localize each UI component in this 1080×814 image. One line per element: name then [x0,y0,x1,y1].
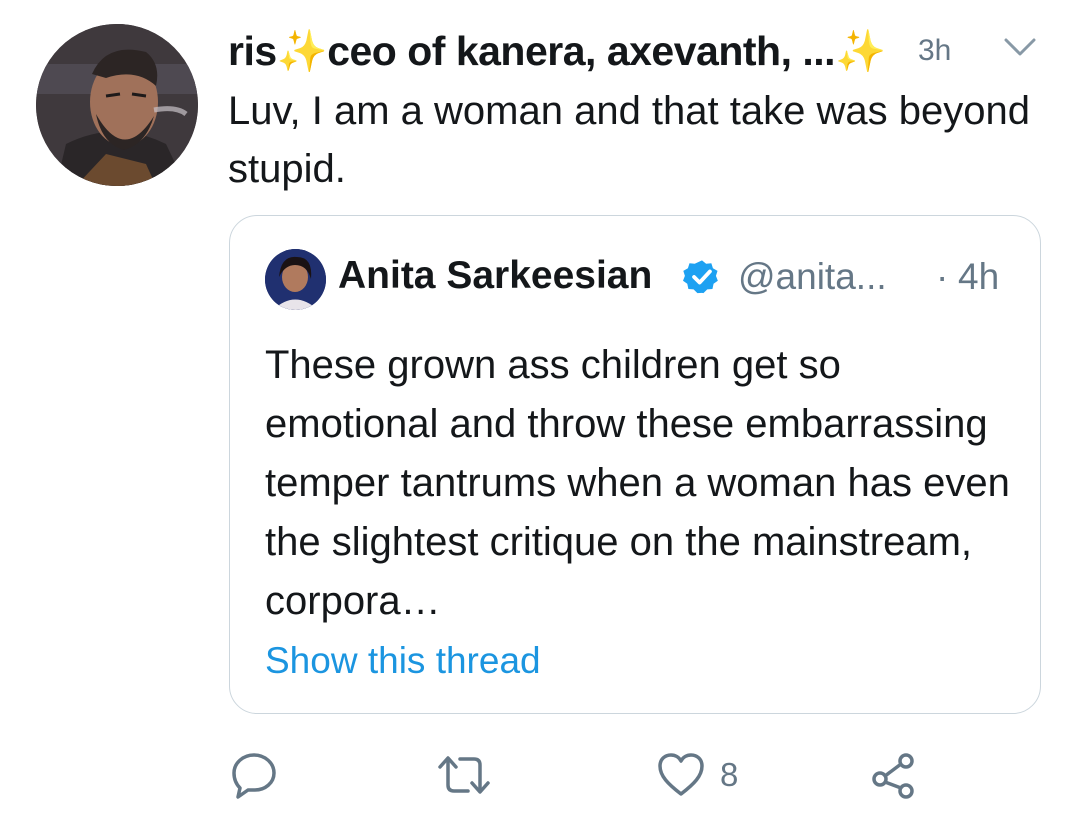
tweet[interactable]: ris✨ceo of kanera, axevanth, ...✨ 3h Luv… [0,0,1080,814]
chevron-down-icon[interactable] [1000,32,1040,60]
share-icon [872,753,914,799]
author-avatar[interactable] [36,24,198,186]
quoted-tweet-header: Anita Sarkeesian @anita... · 4h [338,252,1028,306]
tweet-text: Luv, I am a woman and that take was beyo… [228,89,1030,191]
reply-button[interactable] [228,740,280,810]
quoted-author-handle[interactable]: @anita... [738,256,887,298]
like-button[interactable]: 8 [656,740,738,810]
like-count: 8 [720,756,739,793]
retweet-icon [438,756,490,794]
tweet-time[interactable]: 3h [918,34,951,68]
author-name[interactable]: ris✨ceo of kanera, axevanth, ...✨ [228,28,886,76]
tweet-header: ris✨ceo of kanera, axevanth, ...✨ 3h [228,24,1068,80]
quoted-author-name[interactable]: Anita Sarkeesian [338,254,652,298]
tweet-actions: 8 [228,740,1068,810]
separator-dot: · [936,256,949,297]
reply-icon [232,753,276,799]
author-avatar-image [36,24,198,186]
share-button[interactable] [868,740,920,810]
quoted-tweet[interactable]: Anita Sarkeesian @anita... · 4h These gr… [229,215,1041,714]
quoted-tweet-text: These grown ass children get so emotiona… [265,343,1010,623]
quoted-tweet-time[interactable]: 4h [958,256,999,298]
retweet-button[interactable] [434,740,494,810]
quoted-author-avatar-image [265,249,326,310]
show-thread-link[interactable]: Show this thread [265,640,541,682]
verified-badge-icon [683,260,718,294]
heart-icon [658,753,704,796]
quoted-author-avatar[interactable] [265,249,326,310]
